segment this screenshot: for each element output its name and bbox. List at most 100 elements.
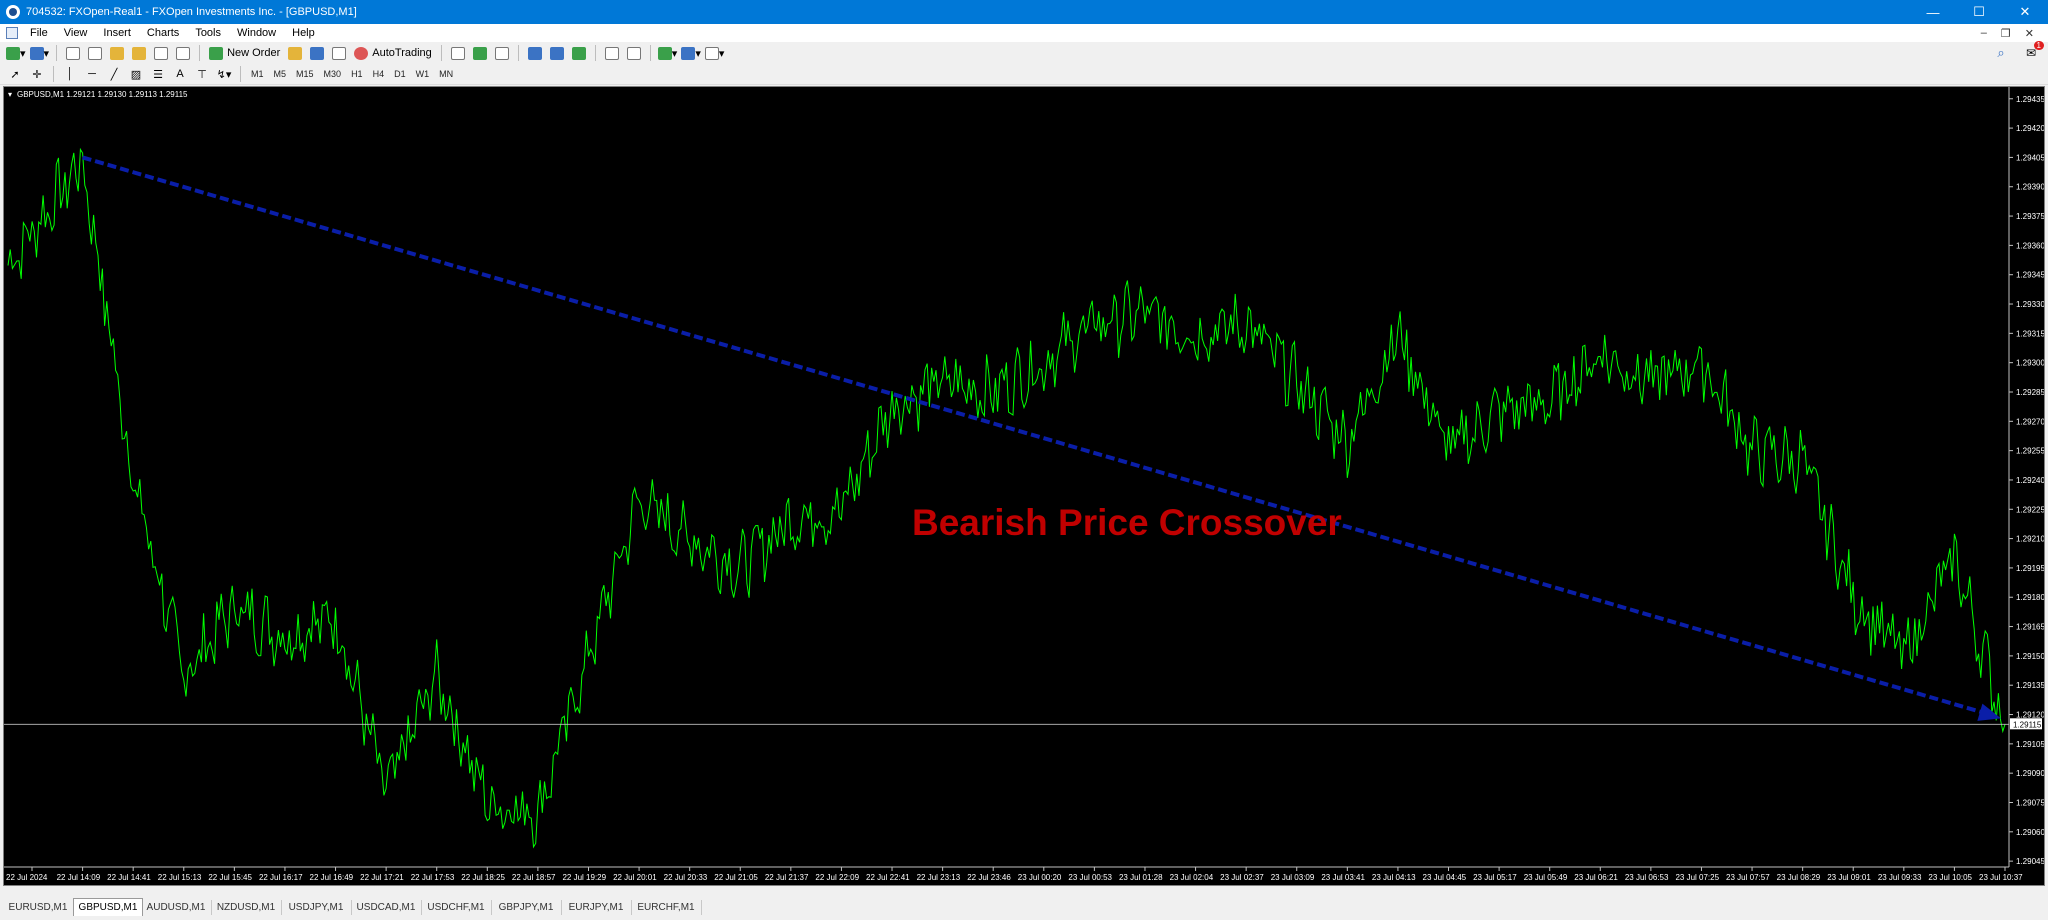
- price-tick-label: 1.29360: [2016, 241, 2044, 250]
- chart-tab-eurjpy-m1[interactable]: EURJPY,M1: [561, 900, 632, 915]
- time-tick-label: 22 Jul 17:21: [360, 873, 404, 882]
- periods-button[interactable]: ▾: [681, 44, 701, 62]
- strategy-tester-button[interactable]: [152, 44, 170, 62]
- bar-chart-icon: [450, 46, 465, 60]
- chart-tab-gbpjpy-m1[interactable]: GBPJPY,M1: [491, 900, 562, 915]
- chart-tab-gbpusd-m1[interactable]: GBPUSD,M1: [73, 898, 143, 916]
- chart-tab-usdcad-m1[interactable]: USDCAD,M1: [351, 900, 422, 915]
- time-tick-label: 23 Jul 00:53: [1068, 873, 1112, 882]
- indicators-button[interactable]: ▾: [657, 44, 677, 62]
- price-tick-label: 1.29300: [2016, 359, 2044, 368]
- arrows-button[interactable]: ↯▾: [215, 65, 233, 83]
- chart-shift-icon: [626, 46, 641, 60]
- menu-file[interactable]: File: [22, 27, 56, 39]
- menu-insert[interactable]: Insert: [95, 27, 139, 39]
- channel-button[interactable]: ▨: [127, 65, 145, 83]
- text-button[interactable]: A: [171, 65, 189, 83]
- data-window-button[interactable]: [86, 44, 104, 62]
- timeframe-m1[interactable]: M1: [246, 69, 269, 79]
- autotrading-icon: [354, 46, 369, 60]
- timeframe-h4[interactable]: H4: [368, 69, 390, 79]
- candlesticks-button[interactable]: [471, 44, 489, 62]
- profiles-button[interactable]: ▾: [29, 44, 49, 62]
- zoom-out-button[interactable]: [548, 44, 566, 62]
- crosshair-tool-icon: ✛: [32, 68, 42, 81]
- chart-tab-nzdusd-m1[interactable]: NZDUSD,M1: [211, 900, 282, 915]
- bar-chart-button[interactable]: [449, 44, 467, 62]
- fibonacci-button[interactable]: ☰: [149, 65, 167, 83]
- minimize-button[interactable]: —: [1910, 0, 1956, 24]
- menu-tools[interactable]: Tools: [187, 27, 229, 39]
- document-icon[interactable]: [6, 27, 18, 39]
- chart-tab-eurchf-m1[interactable]: EURCHF,M1: [631, 900, 702, 915]
- timeframe-m30[interactable]: M30: [319, 69, 347, 79]
- metaeditor-button[interactable]: [286, 44, 304, 62]
- chart-collapse-icon: ▾: [8, 90, 12, 99]
- navigator-button[interactable]: [108, 44, 126, 62]
- chart-window[interactable]: 1.29435 1.29420 1.29405 1.29390 1.29375 1.293…: [3, 86, 2045, 886]
- price-tick-label: 1.29315: [2016, 329, 2044, 338]
- time-tick-label: 23 Jul 02:04: [1170, 873, 1214, 882]
- chart-tab-usdchf-m1[interactable]: USDCHF,M1: [421, 900, 492, 915]
- menu-help[interactable]: Help: [284, 27, 323, 39]
- annotation-text: Bearish Price Crossover: [912, 502, 1342, 543]
- text-label-button[interactable]: ⊤: [193, 65, 211, 83]
- terminal-icon: [132, 46, 147, 60]
- templates-button[interactable]: ▾: [704, 44, 724, 62]
- maximize-button[interactable]: ☐: [1956, 0, 2002, 24]
- time-tick-label: 22 Jul 22:41: [866, 873, 910, 882]
- signals-icon: [310, 46, 325, 60]
- menu-window[interactable]: Window: [229, 27, 284, 39]
- mdi-close-button[interactable]: ✕: [2025, 27, 2034, 40]
- auto-scroll-button[interactable]: [603, 44, 621, 62]
- signals-button[interactable]: [308, 44, 326, 62]
- timeframe-d1[interactable]: D1: [389, 69, 411, 79]
- time-tick-label: 23 Jul 03:41: [1321, 873, 1365, 882]
- timeframe-mn[interactable]: MN: [434, 69, 458, 79]
- trendline-button[interactable]: ╱: [105, 65, 123, 83]
- mdi-minimize-button[interactable]: –: [1981, 27, 1987, 40]
- price-tick-label: 1.29255: [2016, 447, 2044, 456]
- bearish-trend-arrow: [82, 155, 1994, 718]
- crosshair-button[interactable]: ✛: [28, 65, 46, 83]
- close-button[interactable]: ✕: [2002, 0, 2048, 24]
- vertical-line-icon: │: [66, 68, 74, 80]
- price-series-line: [7, 147, 2006, 849]
- new-order-label: New Order: [227, 47, 281, 59]
- notifications-button[interactable]: ✉ 1: [2022, 41, 2044, 62]
- market-watch-icon: [66, 46, 81, 60]
- vertical-line-button[interactable]: │: [61, 65, 79, 83]
- globe-icon: [332, 46, 347, 60]
- menu-view[interactable]: View: [56, 27, 96, 39]
- autotrading-button[interactable]: AutoTrading: [350, 44, 436, 62]
- menu-charts[interactable]: Charts: [139, 27, 187, 39]
- search-tool-button[interactable]: [174, 44, 192, 62]
- zoom-in-button[interactable]: [526, 44, 544, 62]
- terminal-button[interactable]: [130, 44, 148, 62]
- tile-windows-button[interactable]: [570, 44, 588, 62]
- chart-shift-button[interactable]: [625, 44, 643, 62]
- timeframe-m5[interactable]: M5: [269, 69, 292, 79]
- timeframe-w1[interactable]: W1: [411, 69, 435, 79]
- time-tick-label: 22 Jul 21:05: [714, 873, 758, 882]
- time-tick-label: 23 Jul 08:29: [1777, 873, 1821, 882]
- timeframe-m15[interactable]: M15: [291, 69, 319, 79]
- mdi-restore-button[interactable]: ❐: [2001, 27, 2011, 40]
- new-order-button[interactable]: New Order: [205, 44, 284, 62]
- chart-tab-eurusd-m1[interactable]: EURUSD,M1: [3, 900, 74, 915]
- market-watch-button[interactable]: [64, 44, 82, 62]
- vps-button[interactable]: [330, 44, 348, 62]
- price-tick-label: 1.29240: [2016, 476, 2044, 485]
- cursor-button[interactable]: ➚: [6, 65, 24, 83]
- horizontal-line-button[interactable]: ─: [83, 65, 101, 83]
- trendline-icon: ╱: [110, 68, 118, 81]
- chart-tab-audusd-m1[interactable]: AUDUSD,M1: [141, 900, 212, 915]
- line-chart-button[interactable]: [493, 44, 511, 62]
- price-tick-label: 1.29165: [2016, 623, 2044, 632]
- chart-tab-usdjpy-m1[interactable]: USDJPY,M1: [281, 900, 352, 915]
- cursor-icon: ➚: [10, 68, 20, 81]
- search-button[interactable]: ⌕: [1992, 44, 2010, 62]
- timeframe-h1[interactable]: H1: [346, 69, 368, 79]
- price-chart[interactable]: 1.29435 1.29420 1.29405 1.29390 1.29375 1.293…: [4, 87, 2044, 885]
- new-chart-button[interactable]: ▾: [6, 44, 26, 62]
